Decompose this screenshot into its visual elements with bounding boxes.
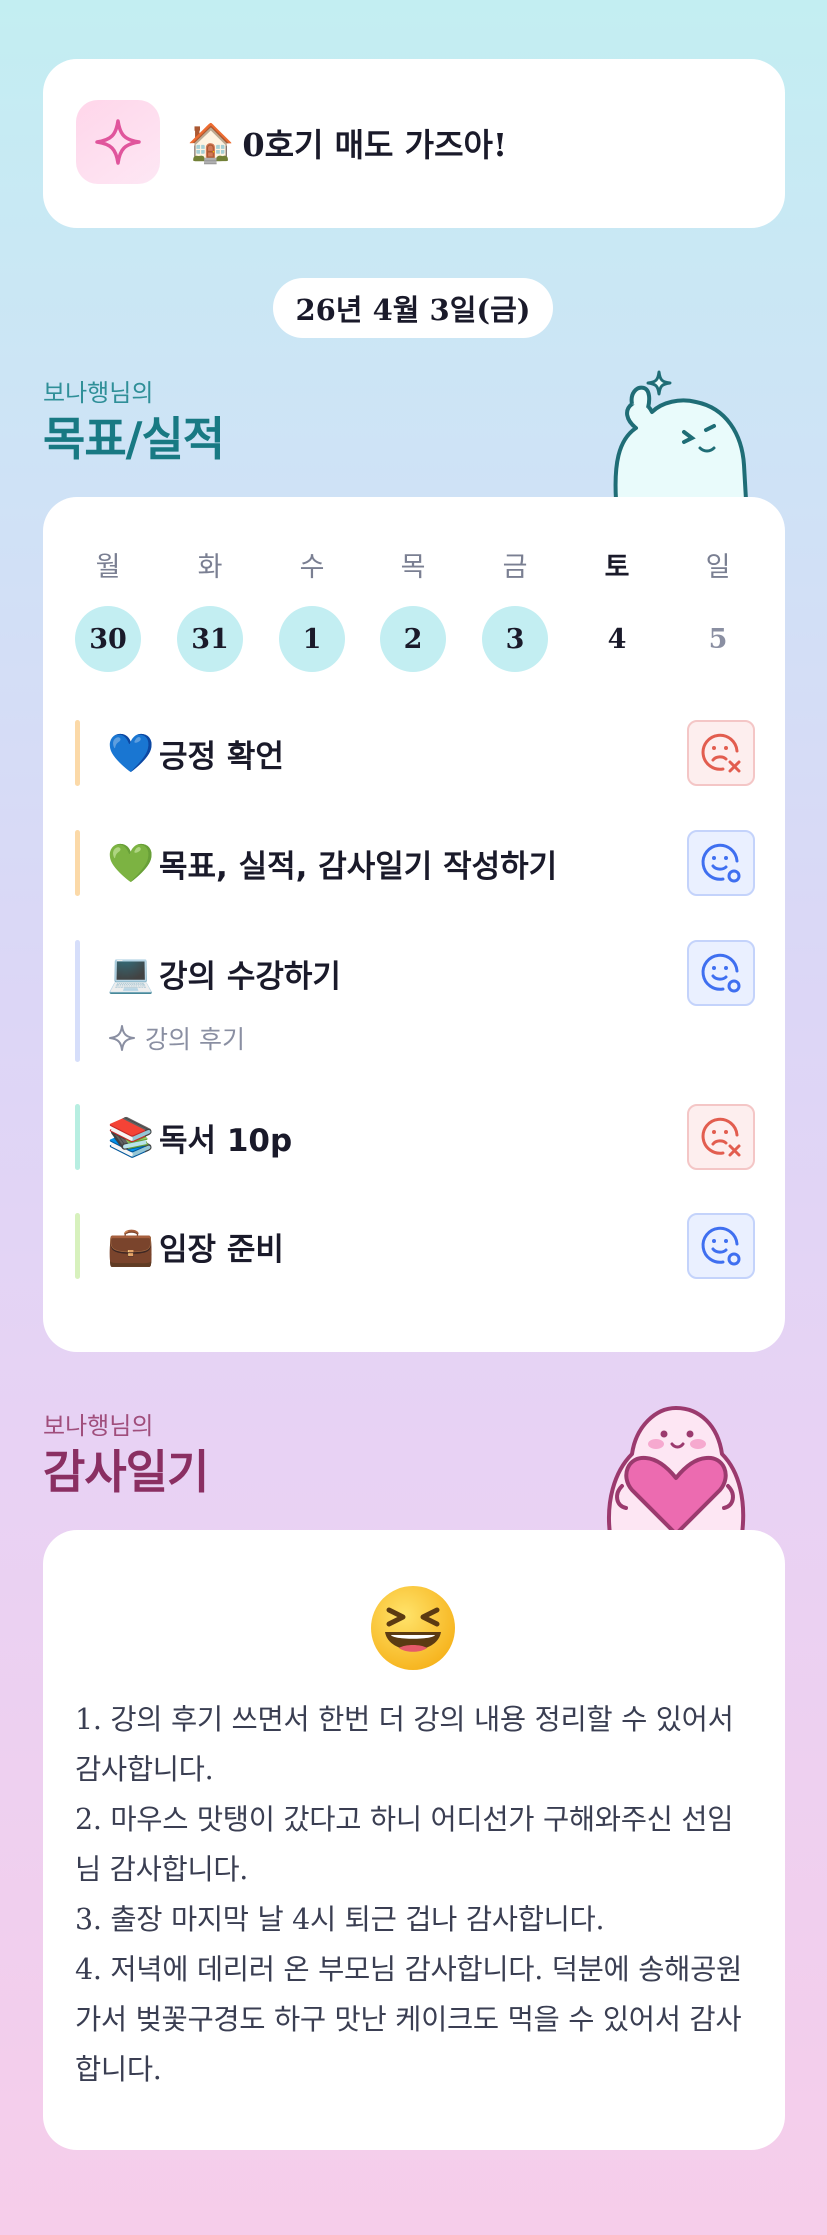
- gratitude-line: 3. 출장 마지막 날 4시 퇴근 겁나 감사합니다.: [75, 1903, 605, 1936]
- goal-status-ok-button[interactable]: [687, 830, 755, 896]
- sparkle-icon: [76, 100, 160, 184]
- mascot-thumbs-up-icon: [613, 370, 748, 500]
- goal-sub-item[interactable]: 강의 후기: [107, 1020, 245, 1056]
- date-30[interactable]: 30: [75, 606, 141, 672]
- banner-title-text: 0호기 매도 가즈아!: [242, 126, 508, 164]
- weekday-mon: 월: [95, 552, 121, 583]
- smile-face-check-icon: [701, 1226, 741, 1266]
- goal-color-bar: [75, 940, 80, 1062]
- date-pill[interactable]: 26년 4월 3일(금): [273, 278, 553, 338]
- date-4[interactable]: 4: [584, 606, 650, 672]
- weekday-sun: 일: [705, 552, 731, 583]
- goal-item[interactable]: 💚 목표, 실적, 감사일기 작성하기: [75, 830, 755, 896]
- laughing-face-icon: [371, 1586, 455, 1670]
- goal-status-fail-button[interactable]: [687, 1104, 755, 1170]
- date-31[interactable]: 31: [177, 606, 243, 672]
- smile-face-check-icon: [701, 953, 741, 993]
- goal-item[interactable]: 💻 강의 수강하기 강의 후기: [75, 940, 755, 1062]
- gratitude-line: 4. 저녁에 데리러 온 부모님 감사합니다. 덕분에 송해공원 가서 벚꽃구경…: [75, 1953, 742, 2086]
- smile-face-check-icon: [701, 843, 741, 883]
- mascot-heart-icon: [607, 1406, 746, 1534]
- date-5[interactable]: 5: [685, 606, 751, 672]
- banner-title: 🏠 0호기 매도 가즈아!: [187, 119, 507, 167]
- goal-item[interactable]: 💙 긍정 확언: [75, 720, 755, 786]
- goal-status-ok-button[interactable]: [687, 940, 755, 1006]
- gratitude-line: 1. 강의 후기 쓰면서 한번 더 강의 내용 정리할 수 있어서 감사합니다.: [75, 1703, 734, 1786]
- goal-color-bar: [75, 1213, 80, 1279]
- blue-heart-icon: 💙: [107, 730, 155, 775]
- goal-status-ok-button[interactable]: [687, 1213, 755, 1279]
- goal-label: 독서 10p: [159, 1122, 293, 1159]
- goal-label-wrap: 💙 긍정 확언: [107, 720, 284, 786]
- weekday-thu: 목: [400, 552, 426, 583]
- goal-label-wrap: 📚 독서 10p: [107, 1104, 292, 1170]
- weekday-wed: 수: [299, 552, 325, 583]
- briefcase-icon: 💼: [107, 1223, 155, 1268]
- date-1[interactable]: 1: [279, 606, 345, 672]
- goal-label-wrap: 💻 강의 수강하기: [107, 940, 341, 1006]
- gratitude-text: 1. 강의 후기 쓰면서 한번 더 강의 내용 정리할 수 있어서 감사합니다.…: [75, 1695, 755, 2095]
- goal-sub-label: 강의 후기: [145, 1025, 245, 1054]
- goal-label-wrap: 💼 임장 준비: [107, 1213, 284, 1279]
- goal-label: 임장 준비: [159, 1231, 284, 1268]
- green-heart-icon: 💚: [107, 840, 155, 885]
- weekday-sat: 토: [604, 552, 630, 583]
- goal-item[interactable]: 💼 임장 준비: [75, 1213, 755, 1279]
- laptop-icon: 💻: [107, 950, 155, 995]
- goal-item[interactable]: 📚 독서 10p: [75, 1104, 755, 1170]
- goal-color-bar: [75, 830, 80, 896]
- gratitude-line: 2. 마우스 맛탱이 갔다고 하니 어디선가 구해와주신 선임님 감사합니다.: [75, 1803, 734, 1886]
- sparkle-icon: [109, 1025, 135, 1051]
- goal-label-wrap: 💚 목표, 실적, 감사일기 작성하기: [107, 830, 557, 896]
- goal-color-bar: [75, 1104, 80, 1170]
- goal-banner: 🏠 0호기 매도 가즈아!: [43, 59, 785, 228]
- date-2[interactable]: 2: [380, 606, 446, 672]
- house-icon: 🏠: [187, 120, 235, 165]
- goal-status-fail-button[interactable]: [687, 720, 755, 786]
- books-icon: 📚: [107, 1114, 155, 1159]
- sad-face-x-icon: [701, 1117, 741, 1157]
- goal-label: 목표, 실적, 감사일기 작성하기: [159, 848, 558, 885]
- gratitude-title: 감사일기: [43, 1445, 209, 1499]
- date-3[interactable]: 3: [482, 606, 548, 672]
- goals-title: 목표/실적: [43, 412, 225, 466]
- weekday-fri: 금: [502, 552, 528, 583]
- goal-label: 강의 수강하기: [159, 958, 341, 995]
- goal-color-bar: [75, 720, 80, 786]
- weekday-tue: 화: [197, 552, 223, 583]
- goal-label: 긍정 확언: [159, 738, 284, 775]
- sad-face-x-icon: [701, 733, 741, 773]
